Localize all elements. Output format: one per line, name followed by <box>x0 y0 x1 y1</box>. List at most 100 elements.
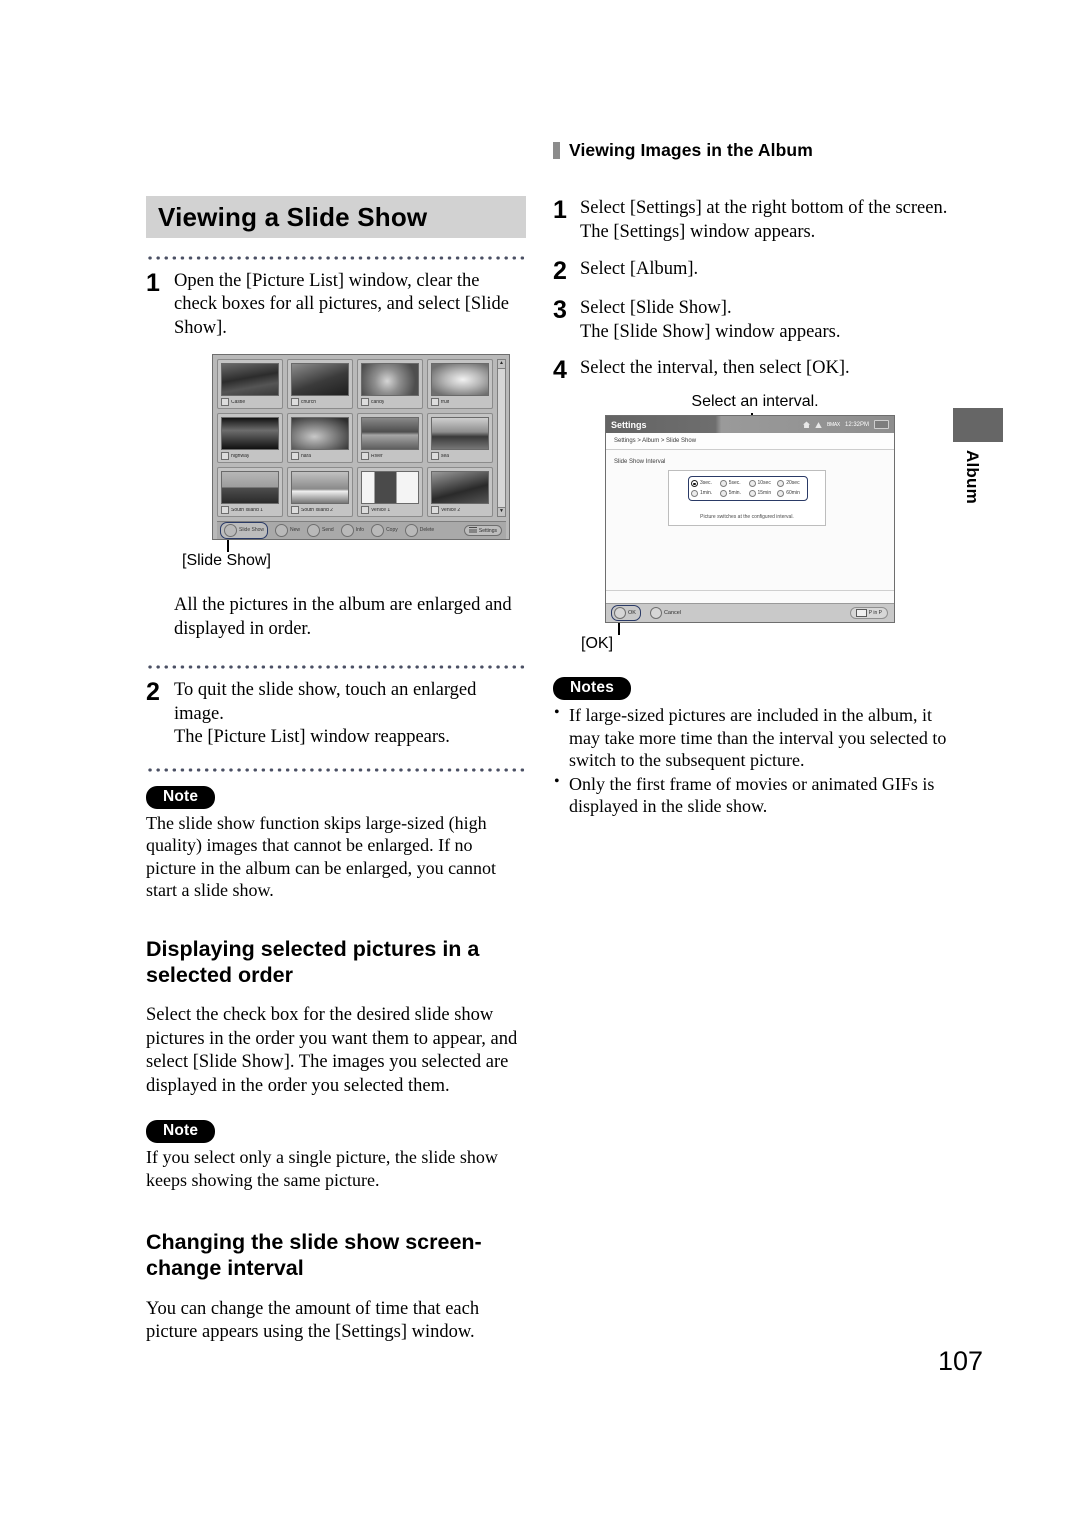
interval-option[interactable]: 60min <box>777 490 805 498</box>
thumbnail-checkbox[interactable] <box>431 398 439 407</box>
interval-option-label: 10sec <box>757 480 771 487</box>
info-icon <box>340 524 354 538</box>
thumbnail-label: highway <box>231 453 250 459</box>
right-step-1-line-2: The [Settings] window appears. <box>580 221 816 242</box>
toolbar-info-button[interactable]: Info <box>340 524 365 538</box>
toolbar-slide-show-button[interactable]: Slide Show <box>220 522 269 540</box>
thumbnail-item[interactable]: Venice 2 <box>427 467 493 518</box>
ok-callout-leader <box>618 623 620 636</box>
thumbnail-caption-row: South Island 1 <box>221 506 279 515</box>
right-step-1-body: Select [Settings] at the right bottom of… <box>580 197 947 245</box>
right-step-3-body: Select [Slide Show]. The [Slide Show] wi… <box>580 297 841 345</box>
radio-button-icon[interactable] <box>777 480 785 488</box>
thumbnail-image <box>221 363 279 397</box>
radio-button-icon[interactable] <box>719 490 727 498</box>
side-tab-label: Album <box>963 450 982 504</box>
pip-button[interactable]: P in P <box>849 607 888 620</box>
radio-button-icon[interactable] <box>719 480 727 488</box>
notes-block: Notes If large-sized pictures are includ… <box>553 677 948 818</box>
thumbnail-item[interactable]: church <box>287 359 353 410</box>
toolbar-info-label: Info <box>355 527 365 534</box>
right-step-3-number: 3 <box>553 295 567 324</box>
thumbnail-checkbox[interactable] <box>291 506 299 515</box>
interval-option[interactable]: 10sec <box>748 480 777 488</box>
toolbar-delete-button[interactable]: Delete <box>404 524 434 538</box>
toolbar-new-button[interactable]: New <box>275 524 300 538</box>
thumbnail-checkbox[interactable] <box>291 452 299 461</box>
thumbnail-checkbox[interactable] <box>361 398 369 407</box>
dotted-divider-2 <box>146 665 526 670</box>
thumbnail-image <box>431 471 489 505</box>
scroll-up-icon[interactable]: ▲ <box>498 360 505 370</box>
thumbnail-label: sea <box>441 453 450 459</box>
running-head: Viewing Images in the Album <box>553 140 948 161</box>
interval-option[interactable]: 1min. <box>691 490 719 498</box>
thumbnail-checkbox[interactable] <box>431 452 439 461</box>
thumbnail-checkbox[interactable] <box>221 452 229 461</box>
network-icon <box>815 422 822 429</box>
thumbnail-item[interactable]: River <box>357 413 423 464</box>
ok-button[interactable]: OK <box>611 605 641 622</box>
thumbnail-image <box>431 363 489 397</box>
thumbnail-caption-row: Venice 1 <box>361 506 419 515</box>
breadcrumb: Settings > Album > Slide Show <box>606 433 894 451</box>
interval-hint-text: Picture switches at the configured inter… <box>700 514 794 521</box>
running-head-marker <box>553 142 560 159</box>
right-step-4-line-1: Select the interval, then select [OK]. <box>580 358 850 379</box>
signal-label: BMAX <box>827 421 840 428</box>
right-step-3-line-2: The [Slide Show] window appears. <box>580 321 841 342</box>
radio-button-icon[interactable] <box>777 490 785 498</box>
thumbnail-item[interactable]: fruit <box>427 359 493 410</box>
ok-callout-label: [OK] <box>581 635 614 653</box>
thumbnail-item[interactable]: highway <box>217 413 283 464</box>
subheading-1-body: Select the check box for the desired sli… <box>146 1005 518 1096</box>
thumbnail-caption-row: sea <box>431 452 489 461</box>
thumbnail-checkbox[interactable] <box>431 506 439 515</box>
interval-option[interactable]: 15min <box>748 490 777 498</box>
toolbar-send-button[interactable]: Send <box>307 524 334 538</box>
scroll-down-icon[interactable]: ▼ <box>498 507 505 517</box>
thumbnail-checkbox[interactable] <box>361 506 369 515</box>
interval-option-label: 60min <box>786 490 800 497</box>
callout-leader-line <box>227 540 229 553</box>
cancel-button-label: Cancel <box>663 610 682 617</box>
thumbnail-checkbox[interactable] <box>221 398 229 407</box>
radio-button-icon[interactable] <box>691 490 698 498</box>
interval-option[interactable]: 5min. <box>719 490 748 498</box>
interval-option[interactable]: 20sec <box>777 480 805 488</box>
thumbnail-label: Castle <box>231 399 246 405</box>
radio-button-icon[interactable] <box>691 480 698 488</box>
thumbnail-image <box>291 471 349 505</box>
settings-titlebar: Settings BMAX 12:32PM <box>606 416 894 434</box>
thumbnail-checkbox[interactable] <box>361 452 369 461</box>
send-icon <box>307 524 321 538</box>
toolbar-settings-button[interactable]: Settings <box>463 525 502 537</box>
interval-option-label: 5min. <box>728 490 741 497</box>
notes-badge: Notes <box>553 677 632 701</box>
radio-button-icon[interactable] <box>748 490 756 498</box>
toolbar-copy-button[interactable]: Copy <box>371 524 398 538</box>
thumbnail-item[interactable]: Venice 1 <box>357 467 423 518</box>
cancel-button[interactable]: Cancel <box>649 607 682 620</box>
left-step-1-number: 1 <box>146 269 160 297</box>
thumbnail-item[interactable]: South Island 2 <box>287 467 353 518</box>
thumbnail-checkbox[interactable] <box>291 398 299 407</box>
interval-option-label: 3sec. <box>700 480 712 487</box>
thumbnail-item[interactable]: sea <box>427 413 493 464</box>
note-block-2: Note If you select only a single picture… <box>146 1120 526 1191</box>
manual-page: Viewing a Slide Show 1 Open the [Picture… <box>0 0 1080 1528</box>
thumbnail-caption-row: River <box>361 452 419 461</box>
picture-list-scrollbar[interactable]: ▲ ▼ <box>497 359 506 518</box>
radio-button-icon[interactable] <box>748 480 756 488</box>
left-step-2-body: To quit the slide show, touch an enlarge… <box>174 679 526 749</box>
interval-option[interactable]: 5sec. <box>719 480 748 488</box>
interval-option[interactable]: 3sec. <box>691 480 719 488</box>
left-step-2-line-1: To quit the slide show, touch an enlarge… <box>174 680 477 724</box>
thumbnail-item[interactable]: Castle <box>217 359 283 410</box>
thumbnail-caption-row: church <box>291 398 349 407</box>
thumbnail-item[interactable]: nara <box>287 413 353 464</box>
thumbnail-item[interactable]: South Island 1 <box>217 467 283 518</box>
note-badge: Note <box>146 1120 216 1144</box>
thumbnail-checkbox[interactable] <box>221 506 229 515</box>
thumbnail-item[interactable]: candy <box>357 359 423 410</box>
